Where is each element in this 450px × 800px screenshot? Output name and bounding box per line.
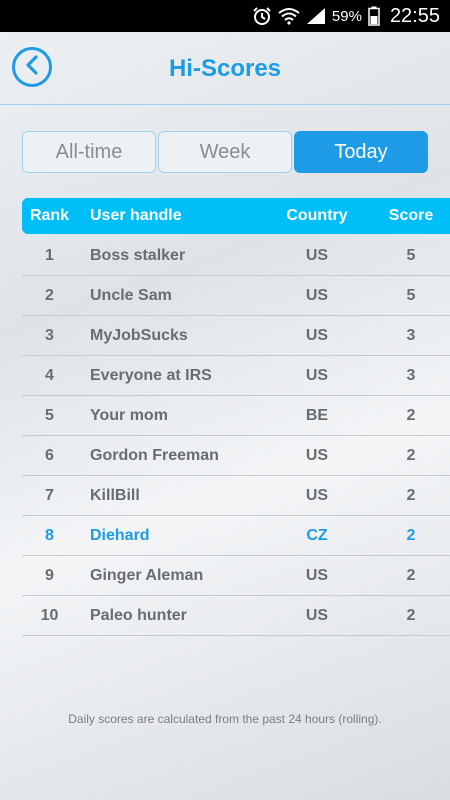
tab-today[interactable]: Today: [294, 131, 428, 173]
score-cell: 3: [406, 327, 416, 344]
footer-note: Daily scores are calculated from the pas…: [68, 712, 382, 726]
column-country: Country: [286, 207, 348, 224]
rank-cell: 7: [45, 487, 54, 504]
score-cell: 3: [406, 367, 416, 384]
tab-week[interactable]: Week: [158, 131, 292, 173]
battery-icon: [368, 6, 380, 26]
score-cell: 5: [406, 247, 416, 264]
score-cell: 5: [406, 287, 416, 304]
rank-cell: 1: [45, 247, 54, 264]
user-cell: Paleo hunter: [90, 607, 187, 624]
tab-all-time[interactable]: All-time: [22, 131, 156, 173]
app-header: Hi-Scores: [0, 32, 450, 105]
table-row: 2 Uncle Sam US 5: [22, 276, 450, 316]
column-rank: Rank: [29, 207, 70, 224]
user-cell: Gordon Freeman: [90, 447, 219, 464]
table-row: 9 Ginger Aleman US 2: [22, 556, 450, 596]
country-cell: US: [305, 447, 329, 464]
period-tabs: All-time Week Today: [22, 131, 428, 173]
score-cell: 2: [406, 527, 416, 544]
country-cell: BE: [305, 407, 329, 424]
column-user-handle: User handle: [90, 207, 182, 224]
country-cell: US: [305, 607, 329, 624]
scores-table: 1 Boss stalker US 5 2 Uncle Sam US 5 3 M…: [22, 236, 450, 636]
status-bar: 59% 22:55: [0, 0, 450, 32]
table-row-current-user: 8 Diehard CZ 2: [22, 516, 450, 556]
user-cell: Your mom: [90, 407, 168, 424]
user-cell: Everyone at IRS: [90, 367, 212, 384]
table-row: 10 Paleo hunter US 2: [22, 596, 450, 636]
user-cell: KillBill: [90, 487, 140, 504]
country-cell: US: [305, 327, 329, 344]
user-cell: Uncle Sam: [90, 287, 172, 304]
rank-cell: 6: [45, 447, 54, 464]
user-cell: Diehard: [90, 527, 150, 544]
rank-cell: 9: [45, 567, 54, 584]
table-row: 6 Gordon Freeman US 2: [22, 436, 450, 476]
page-title: Hi-Scores: [168, 55, 282, 82]
rank-cell: 8: [45, 527, 54, 544]
rank-cell: 3: [45, 327, 54, 344]
table-row: 7 KillBill US 2: [22, 476, 450, 516]
score-cell: 2: [406, 567, 416, 584]
user-cell: MyJobSucks: [90, 327, 188, 344]
score-cell: 2: [406, 487, 416, 504]
table-row: 5 Your mom BE 2: [22, 396, 450, 436]
table-row: 3 MyJobSucks US 3: [22, 316, 450, 356]
table-row: 4 Everyone at IRS US 3: [22, 356, 450, 396]
rank-cell: 4: [45, 367, 54, 384]
rank-cell: 5: [45, 407, 54, 424]
country-cell: US: [305, 487, 329, 504]
score-cell: 2: [406, 407, 416, 424]
table-header: Rank User handle Country Score: [22, 198, 450, 234]
user-cell: Ginger Aleman: [90, 567, 204, 584]
table-row: 1 Boss stalker US 5: [22, 236, 450, 276]
country-cell: US: [305, 287, 329, 304]
score-cell: 2: [406, 447, 416, 464]
user-cell: Boss stalker: [90, 247, 186, 264]
country-cell: US: [305, 567, 329, 584]
signal-icon: [306, 7, 326, 25]
country-cell: CZ: [306, 527, 328, 544]
country-cell: US: [305, 247, 329, 264]
column-score: Score: [388, 207, 434, 224]
score-cell: 2: [406, 607, 416, 624]
alarm-icon: [252, 6, 272, 26]
clock: 22:55: [389, 4, 440, 27]
wifi-icon: [278, 7, 300, 25]
country-cell: US: [305, 367, 329, 384]
rank-cell: 10: [40, 607, 59, 624]
rank-cell: 2: [45, 287, 54, 304]
battery-percent: 59%: [331, 7, 362, 25]
